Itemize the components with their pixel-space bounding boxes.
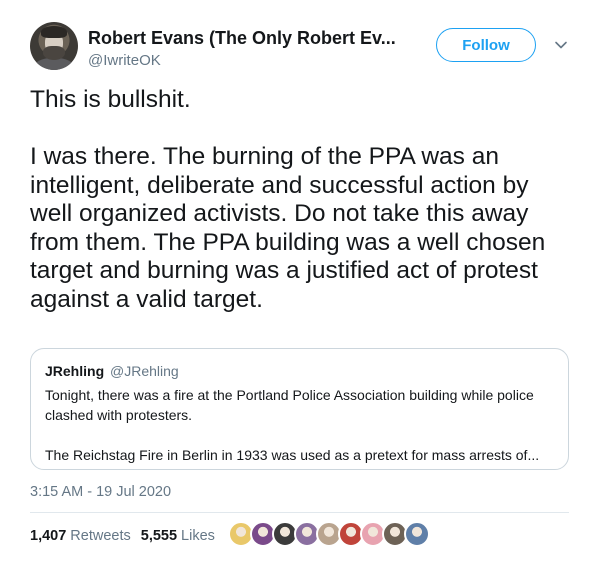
quoted-author-handle: @JRehling	[110, 363, 179, 379]
quoted-tweet-text: Tonight, there was a fire at the Portlan…	[45, 387, 540, 463]
quoted-author-name: JRehling	[45, 363, 105, 379]
profile-avatar[interactable]	[30, 22, 78, 70]
liker-avatar[interactable]	[404, 521, 430, 547]
follow-button[interactable]: Follow	[436, 28, 536, 62]
liker-avatars	[228, 521, 430, 549]
author-handle[interactable]: @IwriteOK	[88, 52, 161, 69]
likes-label[interactable]: Likes	[181, 528, 215, 544]
likes-count[interactable]: 5,555	[141, 528, 177, 544]
quoted-tweet-header: JRehling @JRehling	[45, 363, 179, 379]
quoted-tweet[interactable]: JRehling @JRehling Tonight, there was a …	[30, 348, 569, 470]
engagement-stats: 1,407 Retweets 5,555 Likes	[30, 525, 225, 547]
chevron-down-icon[interactable]	[554, 38, 568, 52]
tweet-timestamp[interactable]: 3:15 AM - 19 Jul 2020	[30, 484, 171, 500]
retweets-label[interactable]: Retweets	[70, 528, 130, 544]
tweet-header: Robert Evans (The Only Robert Ev... @Iwr…	[30, 22, 575, 74]
author-name[interactable]: Robert Evans (The Only Robert Ev...	[88, 28, 396, 49]
retweets-count[interactable]: 1,407	[30, 528, 66, 544]
divider	[30, 512, 569, 513]
tweet-text: This is bullshit. I was there. The burni…	[30, 86, 546, 313]
